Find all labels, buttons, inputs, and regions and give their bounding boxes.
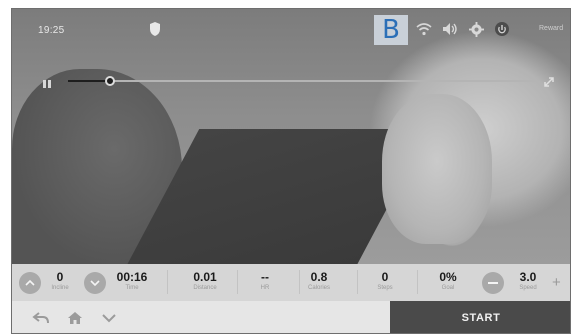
incline-down-button[interactable] — [84, 272, 106, 294]
progress-track[interactable] — [68, 76, 538, 86]
volume-icon[interactable] — [442, 21, 458, 37]
divider — [417, 270, 418, 294]
stat-steps: 0 Steps — [357, 270, 413, 293]
stat-label: Time — [125, 285, 139, 291]
status-bar: 19:25 B Reward — [12, 9, 570, 51]
brand-logo: B — [374, 15, 408, 45]
stat-label: Distance — [193, 285, 217, 291]
expand-icon[interactable] — [543, 75, 555, 87]
playback-bar — [36, 73, 556, 89]
progress-handle[interactable] — [105, 76, 116, 86]
footer-bar: START — [12, 301, 570, 333]
stat-label: Calories — [307, 285, 330, 291]
divider — [167, 270, 168, 294]
stat-calories: 0.8 Calories — [291, 270, 347, 293]
stat-label: Goal — [441, 285, 455, 291]
speed-up-button[interactable]: + — [552, 274, 561, 291]
settings-icon[interactable] — [468, 21, 484, 37]
brand-letter: B — [382, 15, 400, 45]
stat-label: Steps — [377, 285, 393, 291]
stat-value: 3.0 — [519, 270, 537, 284]
stat-value: 0 — [381, 270, 389, 284]
video-figure-woman — [382, 94, 492, 244]
stat-distance: 0.01 Distance — [177, 270, 233, 293]
stat-speed: 3.0 Speed — [500, 270, 556, 293]
stat-label: Incline — [51, 285, 69, 291]
stat-value: 0% — [439, 270, 457, 284]
stat-incline: 0 Incline — [32, 270, 88, 293]
stat-label: Speed — [519, 285, 537, 291]
status-icons — [416, 21, 510, 37]
stat-value: 0.8 — [310, 270, 328, 284]
nav-icons — [32, 310, 118, 326]
stat-value: -- — [261, 270, 269, 284]
stats-bar: 0 Incline 00:16 Time 0.01 Distance -- HR… — [12, 264, 570, 301]
start-button[interactable]: START — [390, 301, 570, 333]
stat-time: 00:16 Time — [104, 270, 160, 293]
stat-value: 0.01 — [193, 270, 217, 284]
stat-label: HR — [260, 285, 270, 291]
app-window: 19:25 B Reward 0 Incline 00:16 Time 0.01… — [11, 8, 571, 334]
wifi-icon[interactable] — [416, 21, 432, 37]
stat-goal: 0% Goal — [420, 270, 476, 293]
progress-fill — [68, 80, 111, 82]
back-icon[interactable] — [32, 310, 50, 326]
home-icon[interactable] — [66, 310, 84, 326]
power-icon[interactable] — [494, 21, 510, 37]
clock: 19:25 — [38, 25, 65, 36]
stat-value: 00:16 — [116, 270, 148, 284]
stat-hr: -- HR — [237, 270, 293, 293]
pause-icon[interactable] — [42, 76, 52, 88]
reward-label: Reward — [539, 25, 564, 32]
chevron-down-icon[interactable] — [100, 310, 118, 326]
stat-value: 0 — [56, 270, 64, 284]
shield-icon — [150, 22, 160, 36]
